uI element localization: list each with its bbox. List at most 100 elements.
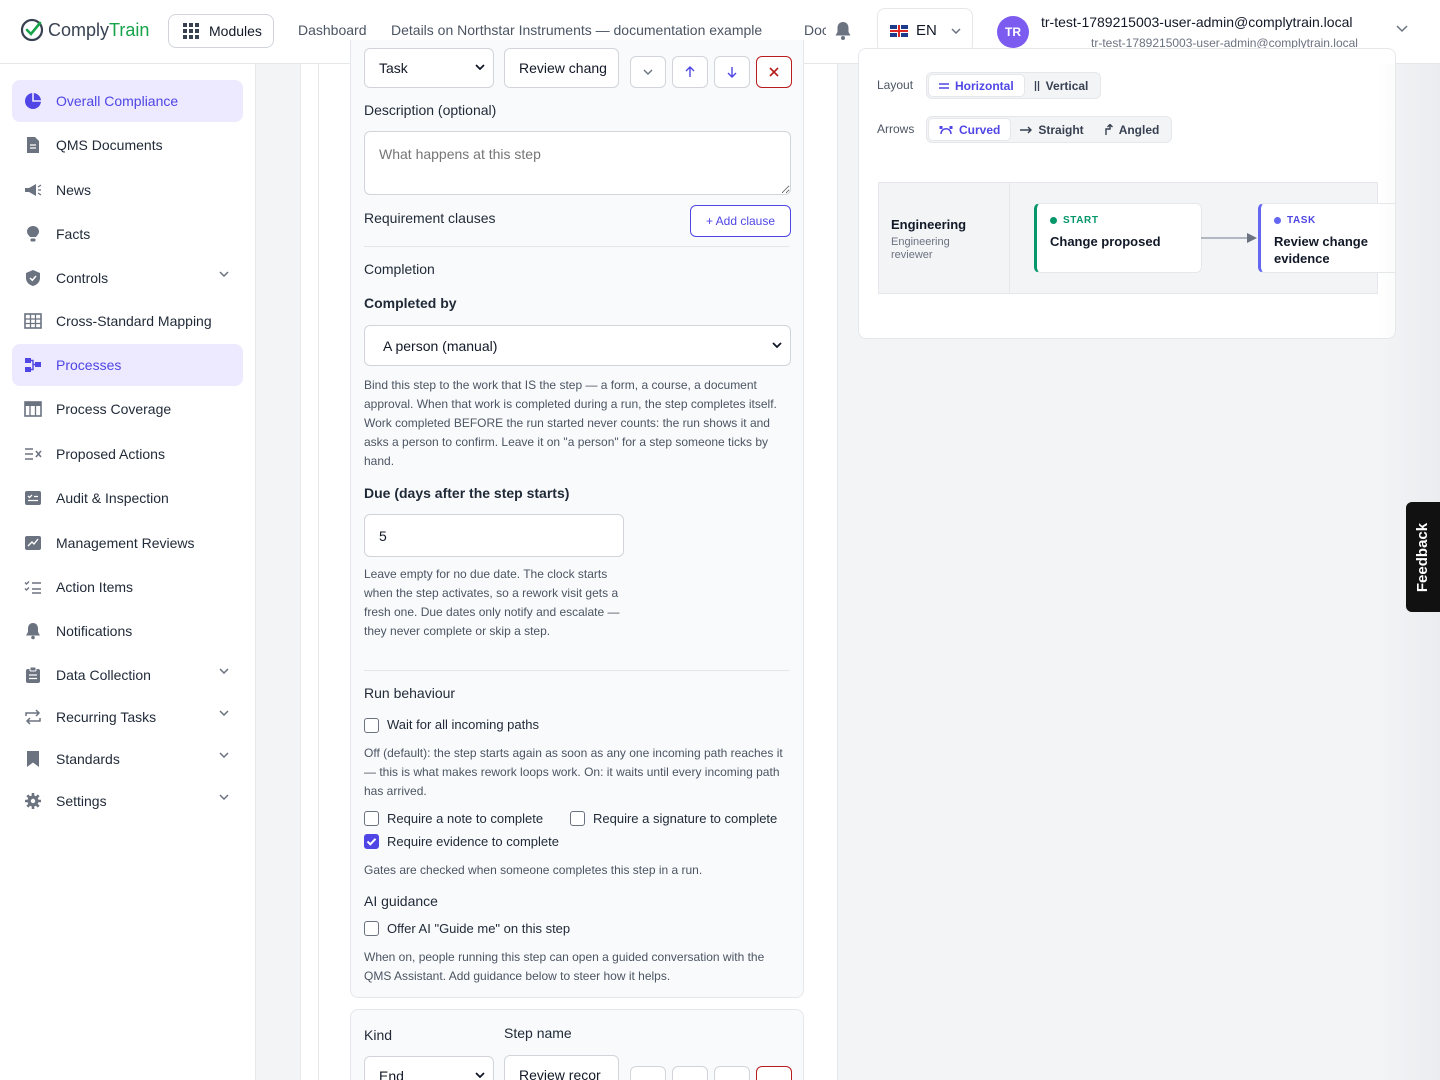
completed-by-help: Bind this step to the work that IS the s… [364,378,777,468]
collapse-step-button[interactable] [630,1066,666,1080]
next-step-name-input[interactable]: Review recor [504,1055,619,1080]
breadcrumb-truncated[interactable]: Doc [804,22,826,38]
layout-toggle: Horizontal Vertical [926,72,1102,99]
sidebar-item-label: Recurring Tasks [56,709,157,725]
require-signature-label[interactable]: Require a signature to complete [593,811,777,826]
document-icon [24,136,42,154]
wait-all-help: Off (default): the step starts again as … [364,746,783,798]
lane-title: Engineering [891,217,967,232]
curved-arrow-icon [939,125,953,134]
sidebar-item-cross-standard-mapping[interactable]: Cross-Standard Mapping [12,300,243,342]
sidebar-item-qms-documents[interactable]: QMS Documents [12,124,243,166]
next-step-kind-value: End [379,1068,404,1080]
chevron-down-icon [219,752,229,758]
add-clause-button[interactable]: + Add clause [690,205,791,237]
move-up-button[interactable] [672,56,708,88]
straight-arrow-icon [1020,126,1033,133]
next-step-kind-select[interactable]: End [364,1056,494,1080]
language-selector[interactable]: EN [877,8,973,53]
step-kind-value: Task [379,60,408,76]
arrows-curved-option[interactable]: Curved [929,119,1011,140]
due-days-input[interactable]: 5 [364,514,624,557]
node-task[interactable]: TASK Review change evidence [1258,203,1395,273]
completed-by-label: Completed by [364,295,457,311]
modules-button[interactable]: Modules [168,14,274,48]
wait-all-label[interactable]: Wait for all incoming paths [387,717,539,732]
gates-help: Gates are checked when someone completes… [364,863,703,877]
user-name[interactable]: tr-test-1789215003-user-admin@complytrai… [1041,14,1352,30]
description-textarea[interactable] [364,131,791,195]
sidebar-item-action-items[interactable]: Action Items [12,566,243,608]
sidebar-item-overall-compliance[interactable]: Overall Compliance [12,80,243,122]
description-label: Description (optional) [364,102,497,118]
avatar[interactable]: TR [997,16,1029,48]
collapse-step-button[interactable] [630,56,666,88]
complytrain-logo[interactable]: ComplyTrain [20,18,149,42]
process-diagram-preview: Layout Horizontal Vertical Arrows Curved… [858,48,1396,339]
logo-text-train: Train [109,19,150,40]
sidebar-item-controls[interactable]: Controls [12,257,243,299]
clipboard-icon [24,666,42,684]
node-title: Review change evidence [1274,234,1368,266]
require-note-label[interactable]: Require a note to complete [387,811,543,826]
arrow-up-icon [685,66,695,77]
breadcrumb-dashboard[interactable]: Dashboard [298,22,367,38]
layout-label: Layout [877,78,914,92]
breadcrumb-process[interactable]: Details on Northstar Instruments — docum… [391,22,762,38]
sidebar-item-audit-inspection[interactable]: Audit & Inspection [12,477,243,519]
require-signature-checkbox[interactable] [570,811,585,826]
sidebar-item-process-coverage[interactable]: Process Coverage [12,388,243,430]
arrows-angled-option[interactable]: Angled [1094,119,1170,140]
angled-arrow-icon [1104,124,1113,135]
arrows-angled-label: Angled [1118,122,1160,137]
layout-horizontal-option[interactable]: Horizontal [929,75,1024,96]
step-kind-select[interactable]: Task [364,48,494,88]
chevron-down-icon [219,271,229,277]
move-up-button[interactable] [672,1066,708,1080]
sidebar-item-label: Processes [56,357,122,373]
completed-by-select[interactable]: A person (manual) [364,325,791,366]
sidebar-item-proposed-actions[interactable]: Proposed Actions [12,433,243,475]
sidebar-item-management-reviews[interactable]: Management Reviews [12,522,243,564]
divider [364,246,790,247]
bell-icon [24,622,42,640]
ai-guide-label[interactable]: Offer AI "Guide me" on this step [387,921,570,936]
layout-vertical-option[interactable]: Vertical [1024,75,1099,96]
node-start[interactable]: START Change proposed [1034,203,1202,273]
require-note-checkbox[interactable] [364,811,379,826]
notifications-bell-icon[interactable] [834,21,852,41]
wait-all-checkbox[interactable] [364,718,379,733]
delete-step-button[interactable] [756,56,792,88]
gear-icon [24,792,42,810]
feedback-tab[interactable]: Feedback [1406,502,1440,612]
move-down-button[interactable] [714,1066,750,1080]
move-down-button[interactable] [714,56,750,88]
bookmark-icon [24,750,42,768]
sidebar-item-notifications[interactable]: Notifications [12,610,243,652]
sidebar-item-facts[interactable]: Facts [12,213,243,255]
require-evidence-checkbox[interactable] [364,834,379,849]
layout-vertical-label: Vertical [1045,78,1089,93]
arrows-straight-option[interactable]: Straight [1010,119,1093,140]
run-behaviour-heading: Run behaviour [364,685,456,701]
ai-guide-checkbox[interactable] [364,921,379,936]
user-menu-chevron-icon[interactable] [1396,25,1408,33]
delete-step-button[interactable] [756,1066,792,1080]
arrows-label: Arrows [877,122,915,136]
sidebar-item-label: QMS Documents [56,137,163,153]
sidebar-item-standards[interactable]: Standards [12,738,243,780]
sidebar-item-processes[interactable]: Processes [12,344,243,386]
sidebar-item-data-collection[interactable]: Data Collection [12,654,243,696]
flow-icon [24,356,42,374]
sidebar-item-settings[interactable]: Settings [12,780,243,822]
sidebar-item-news[interactable]: News [12,169,243,211]
require-evidence-label[interactable]: Require evidence to complete [387,834,559,849]
sidebar-item-label: Process Coverage [56,401,172,417]
ai-guidance-heading: AI guidance [364,893,438,909]
sidebar-item-label: Action Items [56,579,134,595]
sidebar-item-label: News [56,182,92,198]
sidebar-item-label: Standards [56,751,120,767]
completion-heading: Completion [364,261,435,277]
step-name-input[interactable]: Review chang [504,48,619,88]
sidebar-item-recurring-tasks[interactable]: Recurring Tasks [12,696,243,738]
